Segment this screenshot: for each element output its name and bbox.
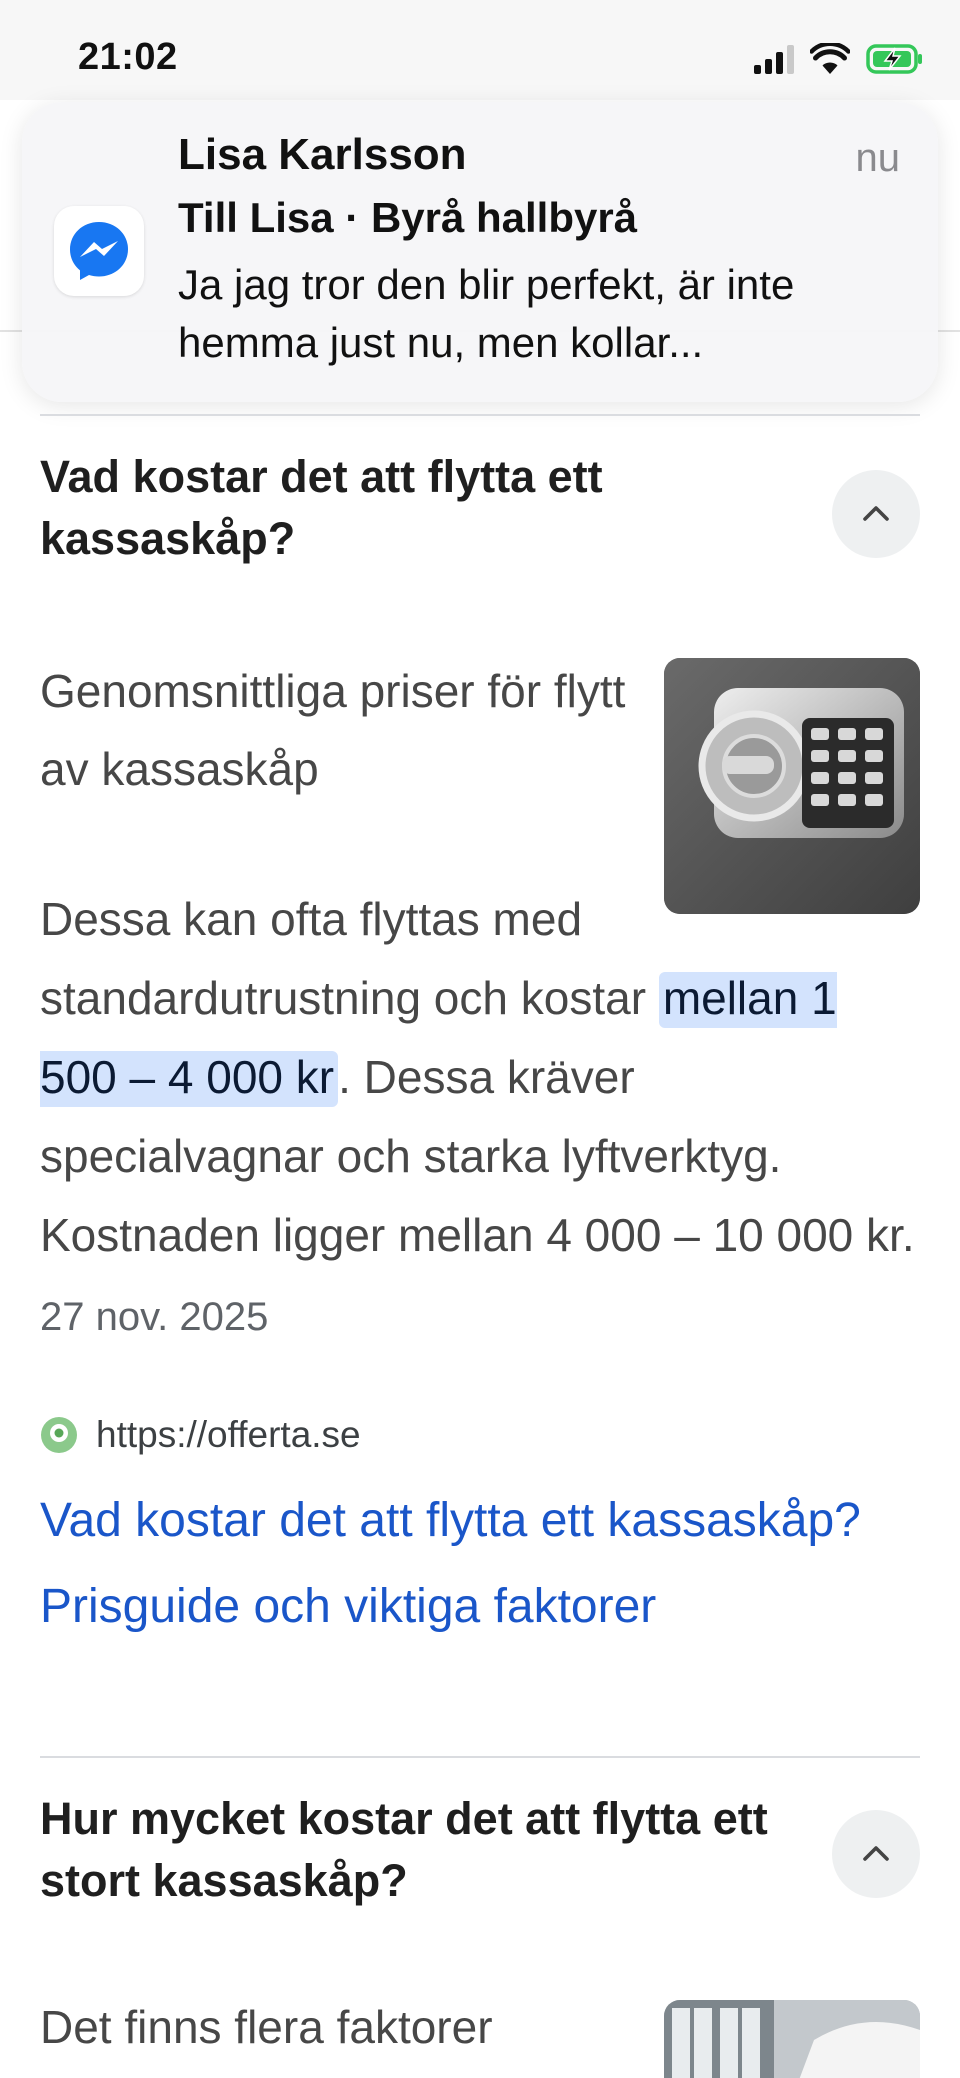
answer-date: 27 nov. 2025: [40, 1295, 269, 1339]
messenger-icon: [54, 206, 144, 296]
section-divider: [40, 414, 920, 416]
status-time: 21:02: [78, 36, 178, 78]
moving-safe-image[interactable]: [664, 2000, 920, 2078]
notification-time: nu: [855, 136, 901, 180]
wifi-icon: [810, 43, 850, 74]
chevron-up-icon: [863, 1846, 889, 1861]
answer-text-start: Dessa kan ofta flyttas med standardutrus…: [40, 893, 659, 1024]
collapse-button[interactable]: [832, 470, 920, 558]
notification-title: Till Lisa · Byrå hallbyrå: [178, 194, 638, 241]
message-notification[interactable]: Lisa Karlsson nu Till Lisa · Byrå hallby…: [22, 102, 938, 402]
status-icons: [754, 42, 924, 76]
faq-question[interactable]: Vad kostar det att flytta ett kassaskåp?: [40, 446, 780, 570]
notification-sender: Lisa Karlsson: [178, 130, 467, 179]
source-info[interactable]: https://offerta.se: [40, 1410, 361, 1460]
section-divider: [40, 1756, 920, 1758]
answer-text: Det finns flera faktorer: [40, 2001, 493, 2053]
chevron-up-icon: [863, 506, 889, 521]
battery-charging-icon: [866, 44, 922, 74]
notification-body: Ja jag tror den blir perfekt, är inte he…: [178, 261, 795, 366]
answer-heading: Genomsnittliga priser för flytt av kassa…: [40, 665, 626, 795]
collapse-button[interactable]: [832, 1810, 920, 1898]
answer-text: Dessa kan ofta flyttas med standardutrus…: [40, 880, 920, 1357]
result-title-link[interactable]: Vad kostar det att flytta ett kassaskåp?…: [40, 1478, 920, 1650]
source-url: https://offerta.se: [96, 1414, 361, 1455]
faq-question[interactable]: Hur mycket kostar det att flytta ett sto…: [40, 1788, 780, 1912]
cellular-signal-icon: [754, 44, 794, 74]
site-favicon-icon: [41, 1417, 77, 1453]
safe-keypad-image[interactable]: [664, 658, 920, 914]
status-bar: 21:02: [0, 0, 960, 100]
